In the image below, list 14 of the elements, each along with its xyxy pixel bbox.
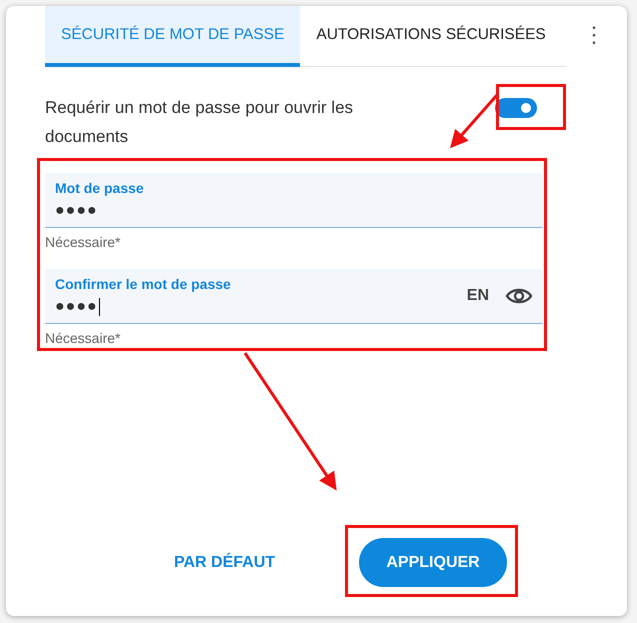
toggle-switch[interactable] (495, 98, 537, 118)
helper-text: Nécessaire* (45, 233, 122, 252)
helper-text: Nécessaire* (45, 329, 122, 348)
language-indicator: EN (466, 287, 489, 305)
toggle-label: Requérir un mot de passe pour ouvrir les documents (45, 97, 354, 148)
apply-button[interactable]: APPLIQUER (359, 538, 508, 587)
password-field[interactable]: Mot de passe ●●●● (45, 173, 543, 228)
password-field[interactable]: Confirmer le mot de passe ●●●● EN (45, 269, 543, 324)
eye-icon[interactable] (505, 286, 533, 306)
annotation-arrow (450, 94, 498, 148)
tab[interactable]: AUTORISATIONS SÉCURISÉES (300, 6, 562, 67)
highlight-box (496, 84, 566, 130)
more-menu-button[interactable]: ⋮ (579, 22, 609, 48)
default-button[interactable]: PAR DÉFAUT (174, 546, 276, 580)
